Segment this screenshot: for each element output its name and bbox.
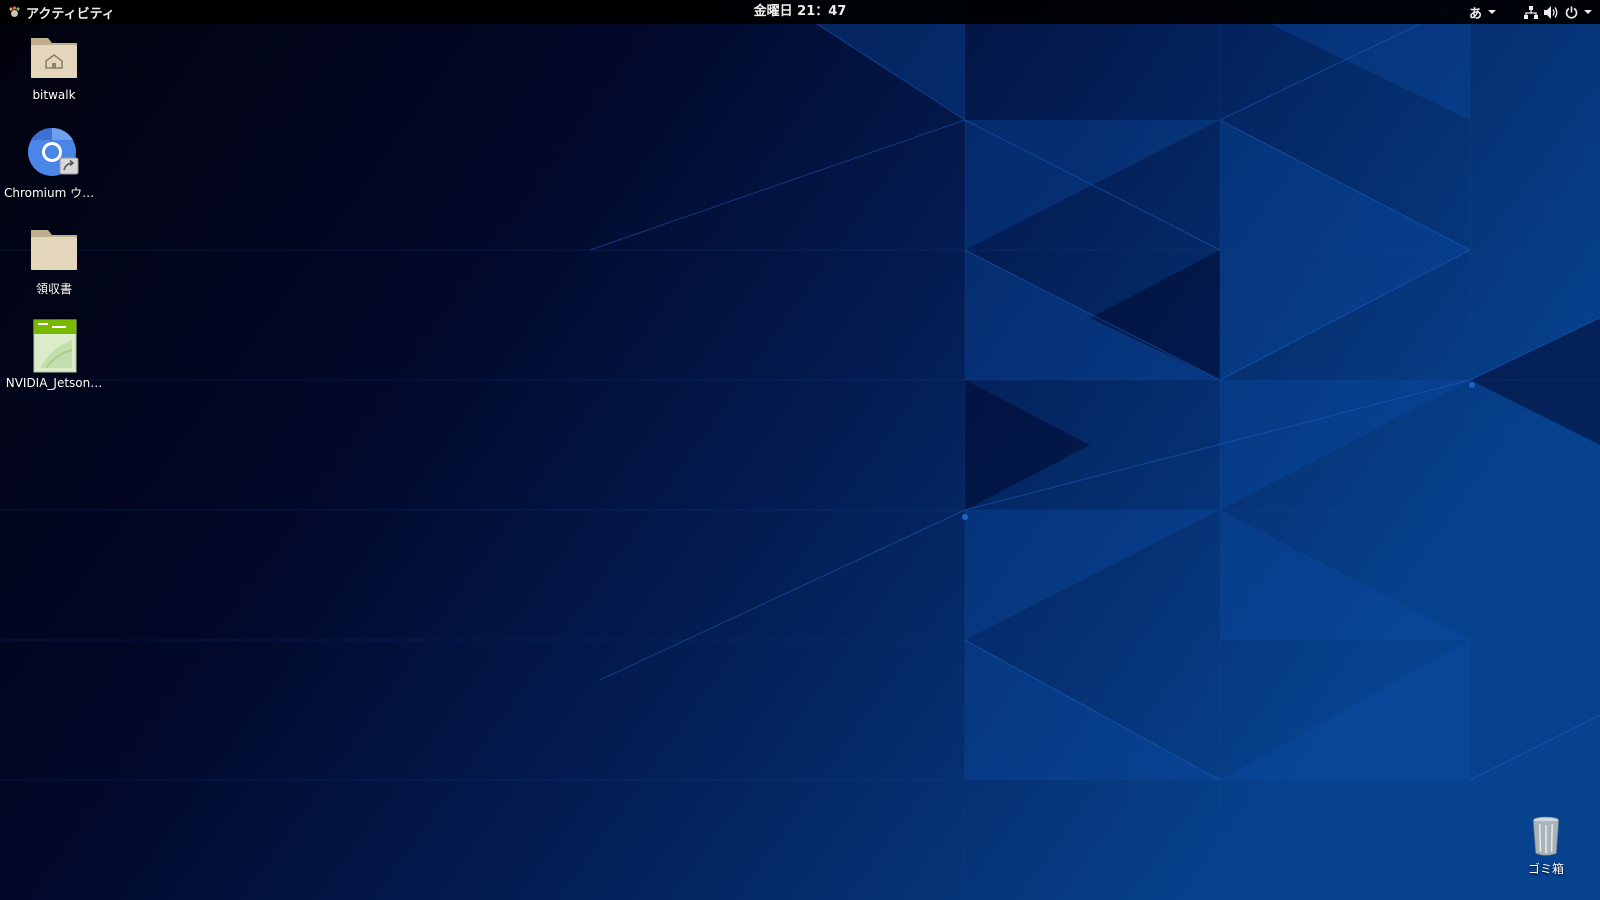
chevron-down-icon [1584, 10, 1592, 14]
desktop-item-home-folder[interactable]: bitwalk [2, 30, 106, 102]
desktop-item-receipts-folder[interactable]: 領収書 [2, 222, 106, 297]
desktop-item-trash[interactable]: ゴミ箱 [1494, 814, 1598, 877]
activities-label: アクティビティ [26, 6, 115, 22]
activities-button[interactable]: アクティビティ [8, 0, 115, 24]
chromium-launcher-icon [28, 127, 79, 176]
desktop-item-label: bitwalk [32, 88, 76, 102]
pdf-document-icon [33, 319, 77, 373]
desktop-item-chromium[interactable]: Chromium ウェ… [2, 126, 106, 201]
clock[interactable]: 金曜日 21：47 [754, 4, 847, 19]
home-folder-icon [31, 38, 77, 78]
input-method-label: あ [1468, 6, 1482, 22]
system-menu[interactable] [1524, 5, 1592, 19]
folder-icon [31, 230, 77, 270]
desktop-item-label: Chromium ウェ… [4, 186, 106, 200]
top-bar: アクティビティ 金曜日 21：47 あ [0, 0, 1600, 24]
input-method-menu[interactable]: あ [1469, 3, 1496, 22]
gnome-foot-icon [9, 5, 20, 17]
desktop-item-label: NVIDIA_Jetson… [5, 376, 103, 390]
desktop[interactable]: アクティビティ 金曜日 21：47 あ bitwalk Chromium ウェ…… [0, 0, 1600, 900]
network-icon [1524, 5, 1538, 19]
wallpaper [0, 0, 1600, 900]
desktop-item-label: ゴミ箱 [1527, 862, 1564, 876]
power-icon [1565, 6, 1578, 19]
chevron-down-icon [1488, 10, 1496, 14]
volume-icon [1544, 5, 1559, 19]
trash-icon [1533, 816, 1559, 856]
desktop-item-nvidia-pdf[interactable]: NVIDIA_Jetson… [2, 318, 106, 390]
desktop-item-label: 領収書 [35, 282, 72, 296]
